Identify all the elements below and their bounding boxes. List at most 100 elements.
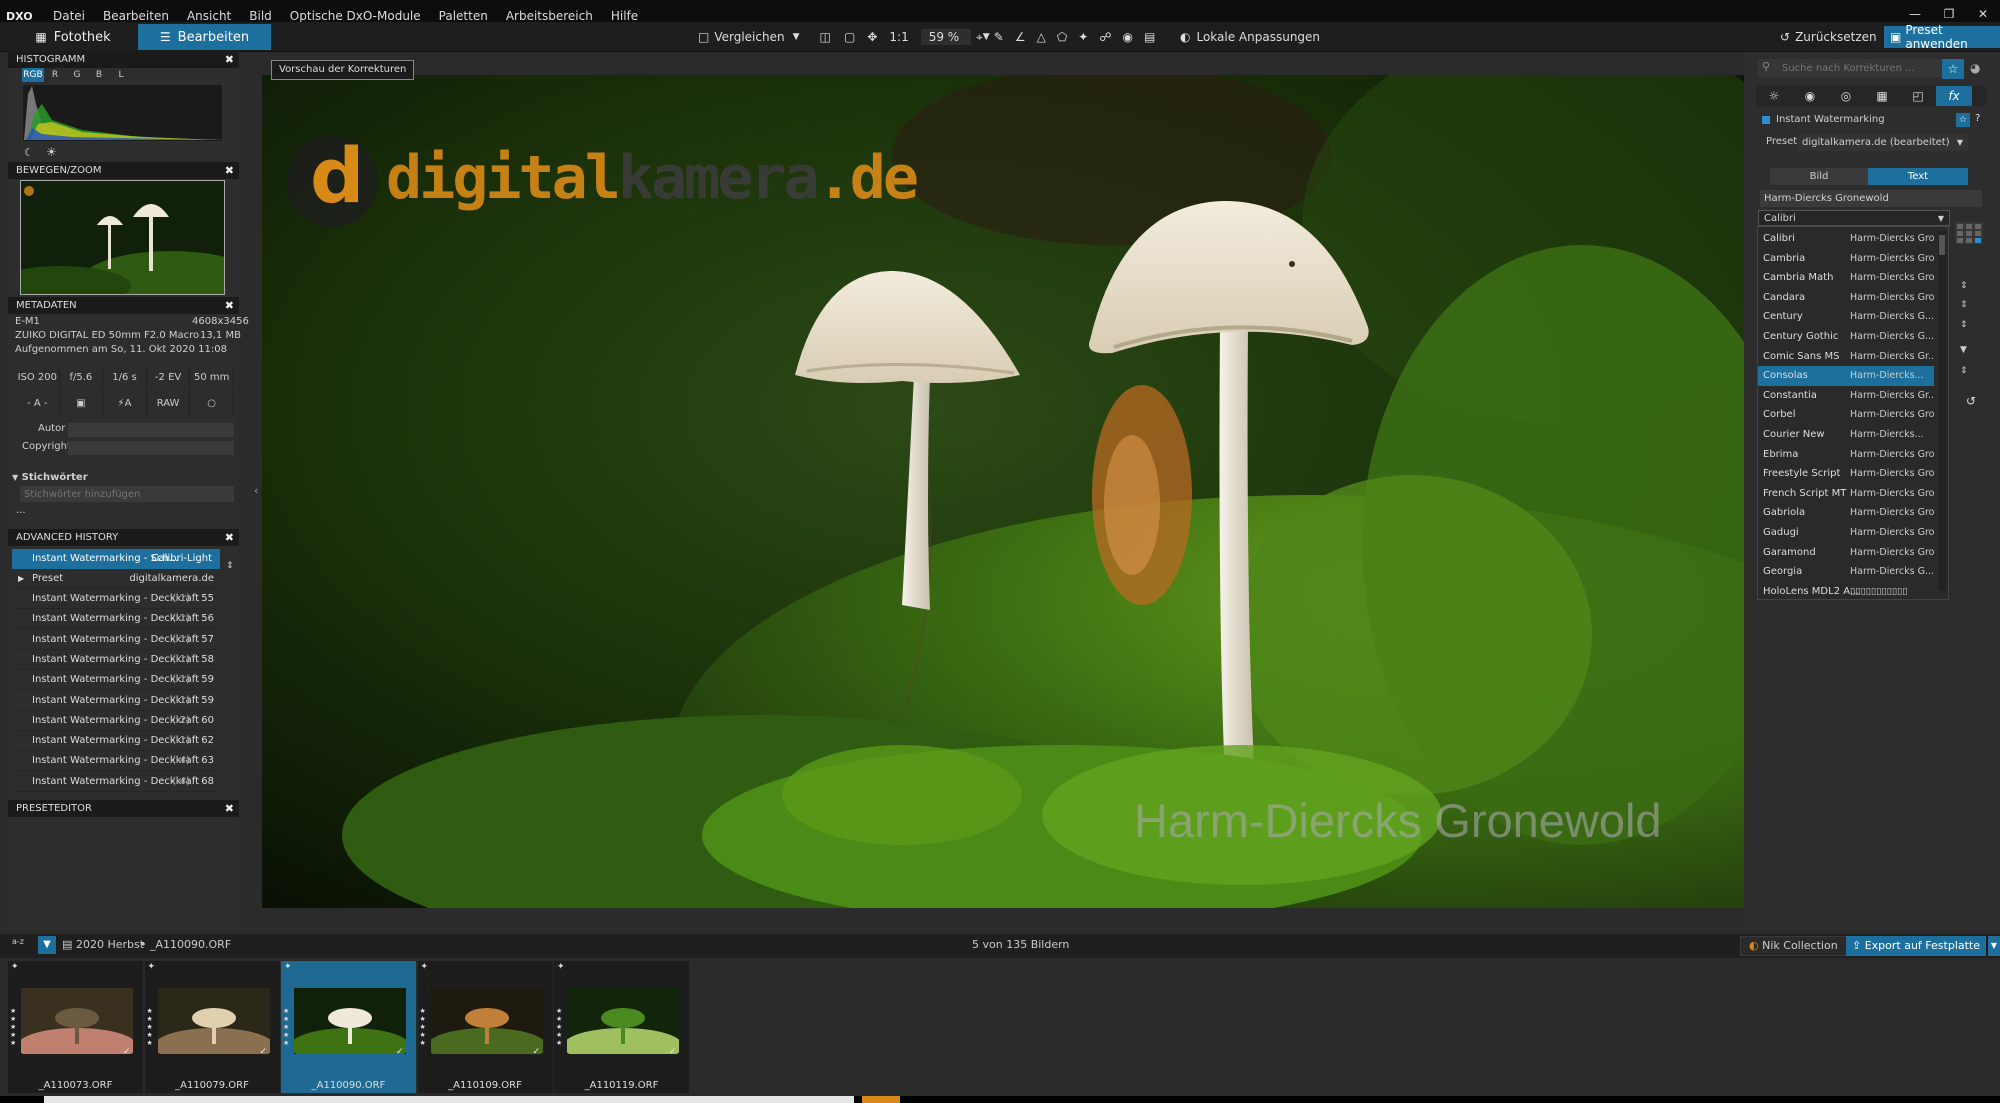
compare-button[interactable]: Vergleichen: [714, 30, 784, 44]
close-preset-editor-icon[interactable]: ✖: [225, 800, 234, 817]
history-preset[interactable]: ▶ Preset digitalkamera.de: [12, 569, 218, 589]
filmstrip-thumbnail[interactable]: ✦ ★ ★ ★ ★ ★ ✓ _A110090.ORF: [281, 961, 416, 1093]
font-option[interactable]: HoloLens MDL2 A... ▯▯▯▯▯▯▯▯▯▯▯: [1758, 582, 1934, 602]
stepper-1-icon[interactable]: ⇕: [1960, 281, 1968, 291]
tab-fotothek[interactable]: ▦ Fotothek: [8, 24, 138, 50]
perspective-icon[interactable]: △: [1037, 30, 1046, 44]
split-view-icon[interactable]: ◫: [820, 30, 831, 44]
font-option[interactable]: Cambria Math Harm-Diercks Gro...: [1758, 268, 1934, 288]
font-option[interactable]: Candara Harm-Diercks Gro...: [1758, 288, 1934, 308]
zoom-select[interactable]: 59 %: [920, 29, 971, 45]
channel-b[interactable]: B: [88, 68, 110, 82]
crop-icon[interactable]: ⌖: [976, 30, 983, 45]
font-option[interactable]: Constantia Harm-Diercks Gr...: [1758, 386, 1934, 406]
rating-stars-icon[interactable]: ★ ★ ★ ★ ★: [10, 1007, 18, 1047]
font-option[interactable]: Comic Sans MS Harm-Diercks Gr...: [1758, 347, 1934, 367]
menu-ansicht[interactable]: Ansicht: [178, 9, 240, 23]
reset-group[interactable]: ↺ Zurücksetzen: [1780, 26, 1877, 48]
history-row[interactable]: Instant Watermarking - Deckkraft (-2) 60: [12, 711, 218, 731]
collapse-left-icon[interactable]: ‹: [254, 484, 258, 497]
history-row[interactable]: Instant Watermarking - Deckkraft (-1) 58: [12, 650, 218, 670]
module-reset-icon[interactable]: ↺: [1966, 394, 1976, 408]
breadcrumb-folder[interactable]: 2020 Herbst: [76, 938, 144, 951]
font-option[interactable]: Corbel Harm-Diercks Gro...: [1758, 405, 1934, 425]
channel-r[interactable]: R: [44, 68, 66, 82]
filmstrip-thumbnail[interactable]: ✦ ★ ★ ★ ★ ★ ✓ _A110079.ORF: [144, 961, 280, 1093]
export-button[interactable]: ⇪ Export auf Festplatte: [1846, 936, 1986, 956]
keywords-header[interactable]: ▼ Stichwörter: [12, 472, 88, 483]
close-history-icon[interactable]: ✖: [225, 529, 234, 546]
close-zoom-icon[interactable]: ✖: [225, 162, 234, 179]
font-list-scrollbar[interactable]: [1938, 231, 1946, 591]
color-tab-icon[interactable]: ◉: [1792, 86, 1828, 106]
dropdown-arrow-icon[interactable]: ▼: [1960, 345, 1967, 355]
detail-tab-icon[interactable]: ◎: [1828, 86, 1864, 106]
font-option[interactable]: Cambria Harm-Diercks Gro...: [1758, 249, 1934, 269]
font-option[interactable]: Garamond Harm-Diercks Gro...: [1758, 543, 1934, 563]
apply-preset-button[interactable]: Preset anwenden: [1905, 23, 1994, 51]
move-icon[interactable]: ✥: [867, 30, 877, 44]
help-icon[interactable]: ?: [1975, 113, 1980, 124]
fit-icon[interactable]: ▢: [844, 30, 855, 44]
filter-icon[interactable]: ▼: [38, 936, 56, 954]
watermark-text-field[interactable]: Harm-Diercks Gronewold: [1760, 190, 1982, 207]
sun-icon[interactable]: ☀: [46, 145, 57, 159]
sort-order[interactable]: a-z: [12, 938, 24, 946]
font-select[interactable]: Calibri ▼: [1758, 210, 1950, 226]
geometry-tab-icon[interactable]: ▦: [1864, 86, 1900, 106]
history-row[interactable]: Instant Watermarking - Deckkraft (-4) 68: [12, 772, 218, 792]
font-option[interactable]: Gadugi Harm-Diercks Gro...: [1758, 523, 1934, 543]
filmstrip-thumbnail[interactable]: ✦ ★ ★ ★ ★ ★ ✓ _A110119.ORF: [554, 961, 689, 1093]
repair-icon[interactable]: ✦: [1078, 30, 1088, 44]
rating-stars-icon[interactable]: ★ ★ ★ ★ ★: [147, 1007, 155, 1047]
font-list-scroll-thumb[interactable]: [1939, 235, 1945, 255]
keywords-input[interactable]: [20, 486, 234, 502]
history-row[interactable]: Instant Watermarking - Deckkraft (-1) 62: [12, 731, 218, 752]
tab-bearbeiten[interactable]: ☰ Bearbeiten: [138, 24, 271, 50]
preset-select[interactable]: digitalkamera.de (bearbeitet) ▼: [1798, 134, 1968, 151]
menu-paletten[interactable]: Paletten: [430, 9, 497, 23]
history-row[interactable]: Instant Watermarking - Deckkraft (-4) 63: [12, 751, 218, 772]
menu-arbeitsbereich[interactable]: Arbeitsbereich: [497, 9, 602, 23]
rating-stars-icon[interactable]: ★ ★ ★ ★ ★: [420, 1007, 428, 1047]
compare-dropdown-icon[interactable]: ▼: [793, 32, 800, 42]
font-option[interactable]: Courier New Harm-Diercks...: [1758, 425, 1934, 445]
channel-g[interactable]: G: [66, 68, 88, 82]
copyright-field[interactable]: [68, 441, 234, 455]
eye-icon[interactable]: ◉: [1122, 30, 1132, 44]
light-tab-icon[interactable]: ☼: [1756, 86, 1792, 106]
navigator-thumbnail[interactable]: [20, 180, 225, 295]
stepper-3-icon[interactable]: ⇕: [1960, 320, 1968, 330]
tab-text[interactable]: Text: [1868, 168, 1968, 185]
tab-bild[interactable]: Bild: [1770, 168, 1868, 185]
font-option[interactable]: French Script MTHarm-Diercks Gronewold: [1758, 484, 1934, 504]
history-current[interactable]: Instant Watermarking - Sch... Calibri-Li…: [12, 549, 220, 569]
favorite-star-icon[interactable]: ☆: [1942, 59, 1964, 79]
search-corrections-input[interactable]: [1758, 59, 1948, 77]
reset-button[interactable]: Zurücksetzen: [1795, 30, 1877, 44]
redeye-icon[interactable]: ▤: [1144, 30, 1155, 44]
module-star-icon[interactable]: ☆: [1956, 113, 1970, 127]
history-row[interactable]: Instant Watermarking - Deckkraft (-1) 57: [12, 630, 218, 650]
flag-icon[interactable]: ✦: [284, 962, 292, 972]
filmstrip-thumbnail[interactable]: ✦ ★ ★ ★ ★ ★ ✓ _A110109.ORF: [417, 961, 553, 1093]
history-row[interactable]: Instant Watermarking - Deckkraft (-1) 56: [12, 609, 218, 630]
font-option[interactable]: Ebrima Harm-Diercks Gro...: [1758, 445, 1934, 465]
rating-stars-icon[interactable]: ★ ★ ★ ★ ★: [556, 1007, 564, 1047]
flag-icon[interactable]: ✦: [11, 962, 19, 972]
history-row[interactable]: Instant Watermarking - Deckkraft (-1) 59: [12, 670, 218, 691]
stepper-2-icon[interactable]: ⇕: [1960, 300, 1968, 310]
clone-icon[interactable]: ☍: [1099, 30, 1111, 44]
polygon-icon[interactable]: ⬠: [1057, 30, 1067, 44]
ratio-button[interactable]: 1:1: [889, 30, 908, 44]
font-option[interactable]: Gabriola Harm-Diercks Gronewold: [1758, 503, 1934, 523]
local-adjust[interactable]: ◐ Lokale Anpassungen: [1180, 26, 1320, 48]
font-option[interactable]: Freestyle Script Harm-Diercks Gronewold: [1758, 464, 1934, 484]
history-row[interactable]: Instant Watermarking - Deckkraft (-1) 59: [12, 691, 218, 711]
font-option[interactable]: Century Gothic Harm-Diercks G...: [1758, 327, 1934, 347]
font-option[interactable]: Calibri Harm-Diercks Gro...: [1758, 229, 1934, 249]
export-dropdown-icon[interactable]: ▼: [1987, 936, 2000, 956]
menu-bearbeiten[interactable]: Bearbeiten: [94, 9, 178, 23]
close-histogram-icon[interactable]: ✖: [225, 51, 234, 68]
history-row[interactable]: Instant Watermarking - Deckkraft (-1) 55: [12, 589, 218, 609]
